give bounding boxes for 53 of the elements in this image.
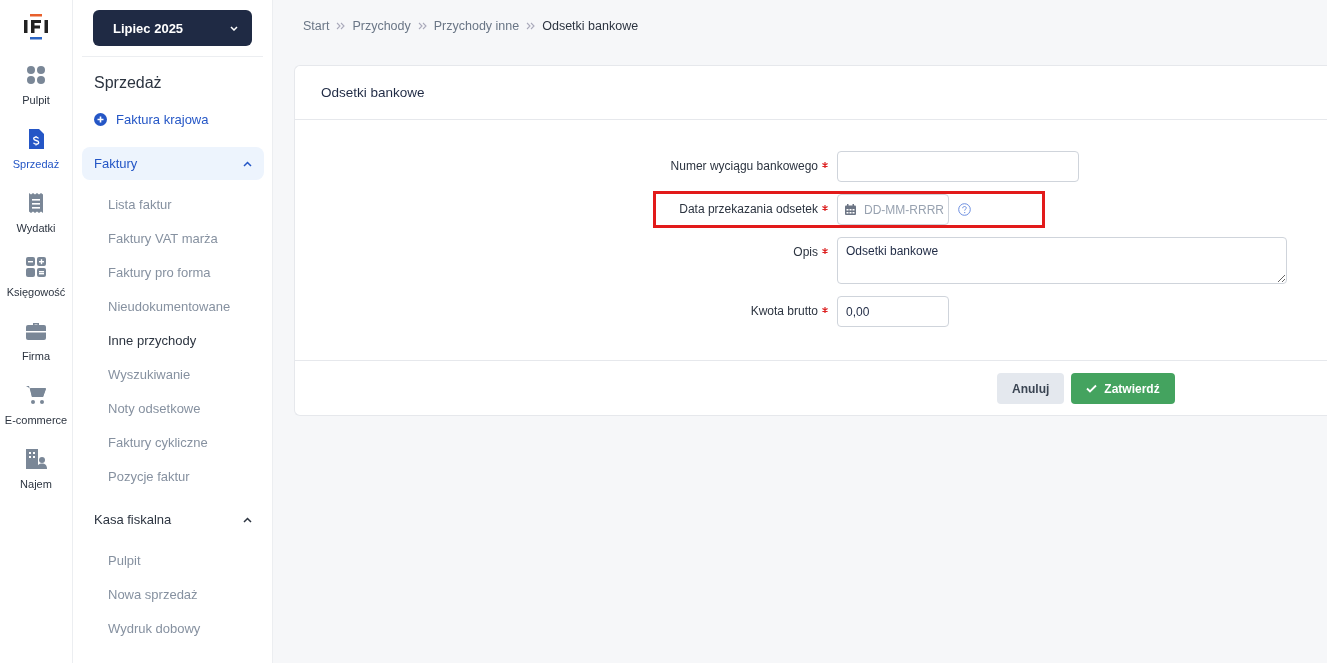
calendar-icon — [845, 204, 856, 215]
cancel-button[interactable]: Anuluj — [997, 373, 1065, 404]
caret-icon — [230, 25, 238, 31]
description-textarea[interactable]: Odsetki bankowe — [837, 237, 1287, 284]
nav-item[interactable]: Pulpit — [0, 64, 72, 106]
menu-item[interactable]: Noty odsetkowe — [82, 391, 201, 425]
nav-item[interactable]: Księgowość — [0, 256, 72, 298]
calculator-icon — [25, 256, 47, 278]
menu-item[interactable]: Pulpit — [82, 543, 141, 577]
confirm-button[interactable]: Zatwierdź — [1071, 373, 1175, 404]
field-label: Opis — [793, 245, 818, 259]
menu-item[interactable]: Nowa sprzedaż — [82, 577, 198, 611]
card-title: Odsetki bankowe — [295, 66, 1327, 120]
new-invoice-link[interactable]: Faktura krajowa — [94, 112, 209, 127]
chevron-icon — [243, 160, 252, 167]
menu-item[interactable]: Lista faktur — [82, 187, 172, 221]
menu-item[interactable]: Pozycje faktur — [82, 459, 190, 493]
breadcrumb-link[interactable]: Przychody — [352, 18, 411, 33]
field-label: Kwota brutto — [750, 304, 818, 318]
menu-item[interactable]: Inne przychody — [82, 323, 197, 357]
menu-item[interactable]: Faktury pro forma — [82, 255, 211, 289]
briefcase-icon — [25, 320, 47, 342]
amount-field[interactable]: 0,00 — [837, 296, 949, 327]
text-field[interactable] — [837, 151, 1079, 182]
plus-circle-icon — [94, 113, 107, 126]
double-chevron-icon — [417, 21, 427, 30]
menu-item[interactable]: Nieudokumentowane — [82, 289, 231, 323]
date-field[interactable]: DD-MM-RRRR — [837, 194, 949, 225]
nav-item[interactable]: Najem — [0, 448, 72, 490]
menu-item[interactable]: Wydruk dobowy — [82, 611, 201, 645]
double-chevron-icon — [336, 21, 346, 30]
menu-item[interactable]: Faktury VAT marża — [82, 221, 218, 255]
menu-group[interactable]: Faktury — [82, 147, 264, 180]
double-chevron-icon — [526, 21, 536, 30]
breadcrumb-link[interactable]: Start — [303, 18, 330, 33]
menu-item[interactable]: Faktury cykliczne — [82, 425, 208, 459]
nav-item[interactable]: Firma — [0, 320, 72, 362]
chevron-icon — [243, 516, 252, 523]
section-title: Sprzedaż — [94, 74, 163, 92]
nav-item[interactable]: Wydatki — [0, 192, 72, 234]
help-icon[interactable] — [958, 203, 971, 216]
dots-icon — [25, 64, 47, 86]
field-label: Data przekazania odsetek — [679, 202, 818, 216]
cart-icon — [25, 384, 47, 406]
menu-group[interactable]: Kasa fiskalna — [82, 503, 264, 536]
building-person-icon — [25, 448, 47, 470]
nav-item[interactable]: E-commerce — [0, 384, 72, 426]
field-label: Numer wyciągu bankowego — [670, 159, 818, 173]
nav-item[interactable]: Sprzedaż — [0, 128, 72, 170]
check-icon — [1086, 384, 1098, 393]
period-dropdown[interactable]: Lipiec 2025 — [93, 10, 252, 46]
breadcrumb-link[interactable]: Przychody inne — [433, 18, 520, 33]
menu-item[interactable]: Wyszukiwanie — [82, 357, 191, 391]
